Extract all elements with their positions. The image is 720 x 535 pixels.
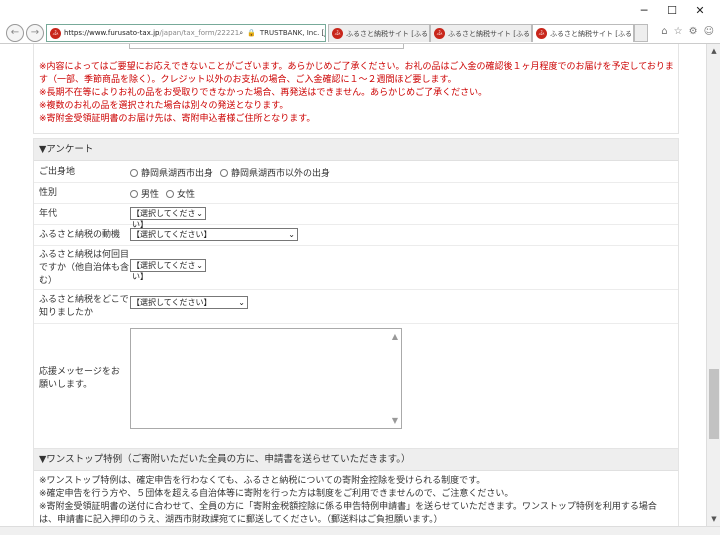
radio-button[interactable] — [220, 168, 229, 177]
address-bar[interactable]: ふ https://www.furusato-tax.jp/japan/tax_… — [46, 24, 326, 42]
gender-option-female[interactable]: 女性 — [166, 187, 195, 200]
favorites-star-icon[interactable]: ☆ — [674, 26, 683, 37]
tab-favicon-icon: ふ — [434, 28, 445, 39]
birthplace-radios: 静岡県湖西市出身 静岡県湖西市以外の出身 — [130, 166, 334, 179]
source-label: ふるさと納税をどこで知りましたか — [39, 295, 129, 318]
browser-toolbar: ← → ふ https://www.furusato-tax.jp/japan/… — [0, 22, 720, 44]
tab-favicon-icon: ふ — [332, 28, 343, 39]
motive-row: ふるさと納税の動機 【選択してください】 ⌄ — [34, 225, 678, 246]
site-favicon-icon: ふ — [50, 27, 61, 39]
chevron-down-icon: ⌄ — [288, 230, 295, 239]
search-icon[interactable]: ⌕ — [239, 29, 243, 38]
option-label: 静岡県湖西市以外の出身 — [231, 169, 331, 179]
minimize-button[interactable]: ─ — [630, 3, 658, 19]
browser-tab[interactable]: ふ ふるさと納税サイト [ふるさとチョイ... — [328, 24, 430, 42]
gender-option-male[interactable]: 男性 — [130, 187, 159, 200]
survey-panel: ▼アンケート ご出身地 静岡県湖西市出身 静岡県湖西市以外の出身 性別 男性 女… — [33, 138, 679, 488]
gender-label: 性別 — [39, 188, 58, 198]
count-control: 【選択してください】 ⌄ — [130, 259, 206, 281]
age-row: 年代 【選択してください】 ⌄ — [34, 204, 678, 229]
order-notes-panel: ※内容によってはご要望にお応えできないことがございます。あらかじめご了承ください… — [33, 44, 679, 134]
select-value: 【選択してください】 — [132, 230, 212, 239]
motive-control: 【選択してください】 ⌄ — [130, 228, 298, 241]
note-line: ※寄附金受領証明書のお届け先は、寄附申込者様ご住所となります。 — [39, 114, 316, 124]
source-select[interactable]: 【選択してください】 ⌄ — [130, 296, 248, 309]
chevron-down-icon: ⌄ — [238, 298, 245, 307]
window-controls: ─ ☐ ✕ — [630, 3, 714, 19]
settings-gear-icon[interactable]: ⚙ — [689, 26, 698, 37]
chevron-down-icon: ⌄ — [196, 209, 203, 218]
age-control: 【選択してください】 ⌄ — [130, 207, 206, 229]
lock-icon: 🔒 — [247, 29, 256, 37]
tab-label: ふるさと納税サイト [ふるさとチ... — [550, 29, 633, 38]
option-label: 静岡県湖西市出身 — [141, 169, 214, 179]
motive-label: ふるさと納税の動機 — [39, 230, 121, 240]
radio-button[interactable] — [130, 189, 138, 198]
motive-select[interactable]: 【選択してください】 ⌄ — [130, 228, 298, 241]
onestop-notes: ※ワンストップ特例は、確定申告を行わなくても、ふるさと納税についての寄附金控除を… — [34, 471, 678, 526]
count-row: ふるさと納税は何回目ですか（他自治体も含む） 【選択してください】 ⌄ — [34, 246, 678, 290]
onestop-note: ※寄附金受領証明書の送付に合わせて、全員の方に「寄附金税額控除に係る申告特例申請… — [39, 502, 657, 525]
radio-button[interactable] — [130, 168, 138, 177]
radio-button[interactable] — [166, 189, 175, 198]
count-label: ふるさと納税は何回目ですか（他自治体も含む） — [39, 250, 130, 286]
browser-tab-active[interactable]: ふ ふるさと納税サイト [ふるさとチ... ✕ — [532, 24, 634, 42]
message-row: 応援メッセージをお願いします。 ▲ ▼ — [34, 324, 678, 437]
onestop-panel: ▼ワンストップ特例（ご寄附いただいた全員の方に、申請書を送らせていただきます。）… — [33, 448, 679, 526]
certificate-label[interactable]: TRUSTBANK, Inc. [JP] — [260, 29, 325, 37]
scroll-down-arrow-icon[interactable]: ▼ — [707, 512, 720, 526]
onestop-note: ※ワンストップ特例は、確定申告を行わなくても、ふるさと納税についての寄附金控除を… — [39, 476, 486, 486]
maximize-button[interactable]: ☐ — [658, 3, 686, 19]
source-row: ふるさと納税をどこで知りましたか 【選択してください】 ⌄ — [34, 290, 678, 324]
textarea-scroll-up-icon[interactable]: ▲ — [392, 332, 398, 341]
message-label: 応援メッセージをお願いします。 — [39, 367, 120, 390]
source-control: 【選択してください】 ⌄ — [130, 296, 248, 309]
new-tab-button[interactable] — [634, 24, 648, 42]
textarea-bottom-edge[interactable] — [129, 44, 404, 49]
age-select[interactable]: 【選択してください】 ⌄ — [130, 207, 206, 229]
note-line: ※複数のお礼の品を選択された場合は別々の発送となります。 — [39, 101, 289, 111]
browser-tools: ⌂ ☆ ⚙ ☺ — [661, 26, 714, 37]
page-viewport: ※内容によってはご要望にお応えできないことがございます。あらかじめご了承ください… — [0, 44, 700, 526]
select-value: 【選択してください】 — [132, 261, 196, 281]
tab-label: ふるさと納税サイト [ふるさとチョイ... — [346, 29, 429, 38]
birthplace-label: ご出身地 — [39, 167, 76, 177]
onestop-heading[interactable]: ▼ワンストップ特例（ご寄附いただいた全員の方に、申請書を送らせていただきます。） — [34, 449, 678, 471]
age-label: 年代 — [39, 209, 58, 219]
close-window-button[interactable]: ✕ — [686, 3, 714, 19]
tab-favicon-icon: ふ — [536, 28, 547, 39]
back-button[interactable]: ← — [6, 24, 24, 42]
tab-strip: ふ ふるさと納税サイト [ふるさとチョイ... ふ ふるさと納税サイト [ふるさ… — [328, 24, 648, 42]
scroll-up-arrow-icon[interactable]: ▲ — [707, 44, 720, 58]
tab-label: ふるさと納税サイト [ふるさとチョイ... — [448, 29, 531, 38]
survey-heading[interactable]: ▼アンケート — [34, 139, 678, 161]
message-textarea[interactable]: ▲ ▼ — [130, 328, 402, 429]
url-path: /japan/tax_form/22221 — [159, 29, 240, 37]
onestop-note: ※確定申告を行う方や、５団体を超える自治体等に寄附を行った方は制度をご利用できま… — [39, 489, 514, 499]
order-notes: ※内容によってはご要望にお応えできないことがございます。あらかじめご了承ください… — [39, 61, 675, 126]
select-value: 【選択してください】 — [132, 298, 212, 307]
note-line: ※内容によってはご要望にお応えできないことがございます。あらかじめご了承ください… — [39, 62, 674, 85]
birthplace-option-kosai[interactable]: 静岡県湖西市出身 — [130, 166, 213, 179]
url-base: https://www.furusato-tax.jp — [64, 29, 160, 37]
scrollbar-thumb[interactable] — [709, 369, 719, 439]
status-bar — [0, 526, 720, 535]
birthplace-option-other[interactable]: 静岡県湖西市以外の出身 — [220, 166, 330, 179]
window-titlebar: ─ ☐ ✕ — [0, 0, 720, 22]
birthplace-row: ご出身地 静岡県湖西市出身 静岡県湖西市以外の出身 — [34, 162, 678, 183]
gender-radios: 男性 女性 — [130, 187, 199, 200]
option-label: 女性 — [177, 190, 196, 200]
note-line: ※長期不在等によりお礼の品をお受取りできなかった場合、再発送はできません。あらか… — [39, 88, 488, 98]
gender-row: 性別 男性 女性 — [34, 183, 678, 204]
page-scrollbar[interactable]: ▲ ▼ — [706, 44, 720, 526]
feedback-smiley-icon[interactable]: ☺ — [704, 26, 714, 37]
count-select[interactable]: 【選択してください】 ⌄ — [130, 259, 206, 281]
forward-button[interactable]: → — [26, 24, 44, 42]
browser-tab[interactable]: ふ ふるさと納税サイト [ふるさとチョイ... — [430, 24, 532, 42]
textarea-scroll-down-icon[interactable]: ▼ — [392, 416, 398, 425]
home-icon[interactable]: ⌂ — [661, 26, 667, 37]
option-label: 男性 — [141, 190, 160, 200]
chevron-down-icon: ⌄ — [196, 261, 203, 270]
